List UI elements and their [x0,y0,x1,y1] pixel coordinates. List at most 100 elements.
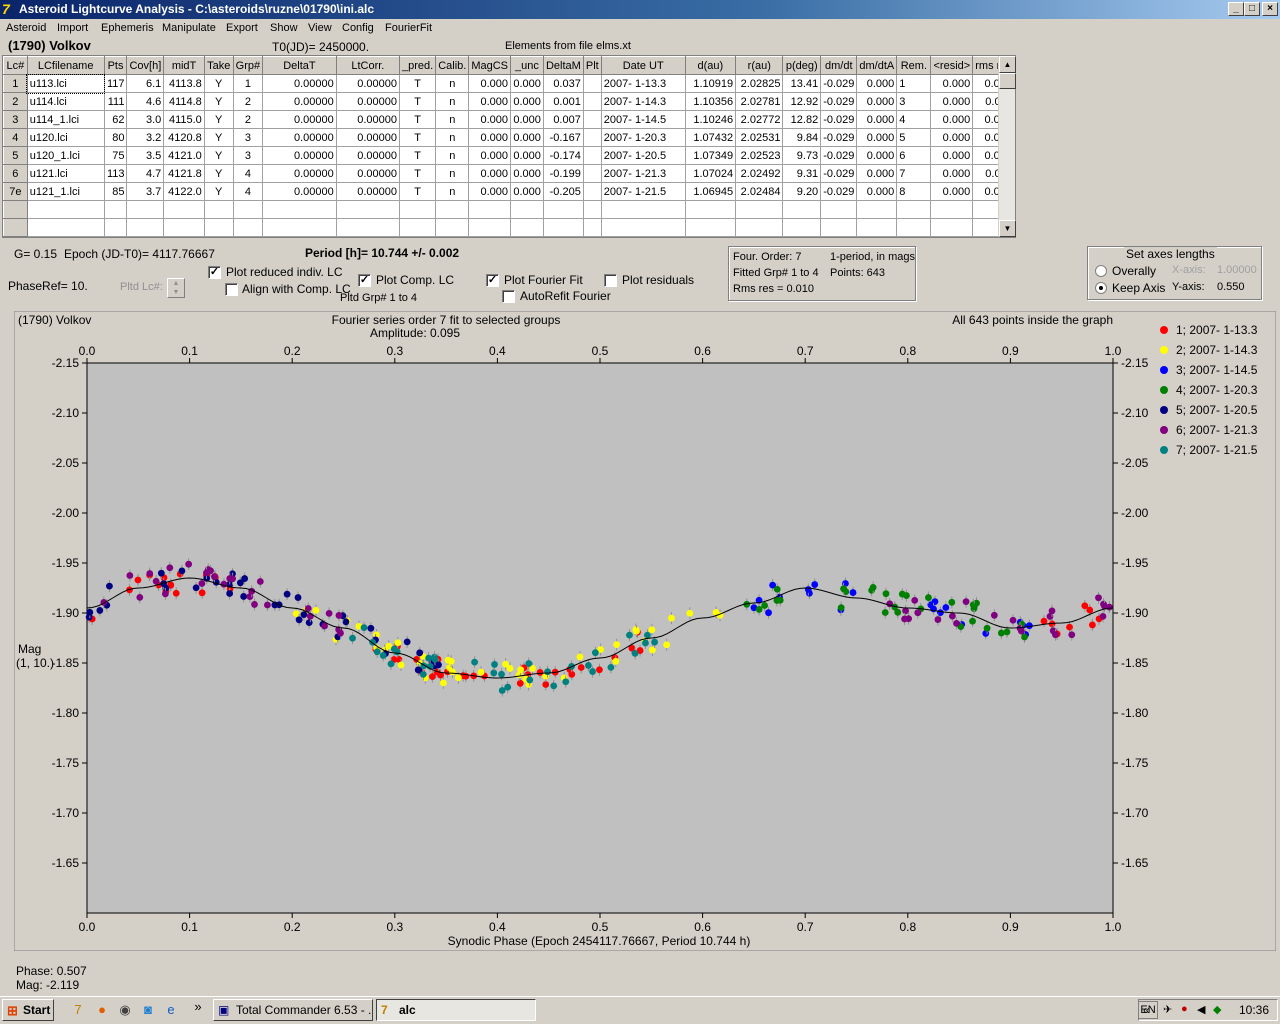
table-cell[interactable] [896,200,932,219]
table-cell[interactable]: 0.00000 [262,74,337,93]
table-cell[interactable]: 0.000 [930,164,974,183]
table-cell[interactable]: u121_1.lci [26,182,105,201]
table-row[interactable]: 3 u114_1.lci 62 3.0 4115.0 Y 2 0.00000 0.00000 Tn… [3,110,1015,129]
table-cell[interactable]: 62 [103,110,128,129]
table-cell[interactable] [435,218,470,237]
column-header[interactable]: _unc [510,56,544,75]
table-cell[interactable] [582,218,602,237]
column-header[interactable]: Calib. [435,56,470,75]
table-cell[interactable] [856,200,898,219]
table-cell[interactable]: 4121.8 [163,164,205,183]
keep-axis-radio[interactable] [1095,282,1107,294]
table-cell[interactable]: 0.000 [468,164,511,183]
task-alc[interactable]: 7 alc [376,999,536,1021]
table-cell[interactable]: 1.10246 [684,110,737,129]
autorefit-checkbox[interactable] [502,290,515,303]
table-cell[interactable]: Y [203,74,234,93]
table-cell[interactable]: 1 [3,74,28,93]
table-cell[interactable]: n [435,74,470,93]
table-cell[interactable]: u121.lci [26,164,105,183]
table-cell[interactable] [820,200,858,219]
table-cell[interactable]: u114_1.lci [26,110,105,129]
table-cell[interactable]: 4 [232,164,264,183]
task-total-commander[interactable]: ▣ Total Commander 6.53 - ... [213,999,373,1021]
table-cell[interactable] [582,92,602,111]
table-cell[interactable]: 4.7 [126,164,165,183]
table-cell[interactable]: 4120.8 [163,128,205,147]
table-cell[interactable]: -0.029 [820,74,858,93]
table-cell[interactable]: 0.007 [542,110,584,129]
close-button[interactable]: × [1262,2,1278,16]
table-cell[interactable]: T [398,110,437,129]
table-cell[interactable] [435,200,470,219]
table-cell[interactable]: 2007- 1-13.3 [600,74,686,93]
table-cell[interactable] [335,218,400,237]
plot-fourier-checkbox[interactable]: ✓ [486,274,499,287]
plot-reduced-checkbox[interactable]: ✓ [208,266,221,279]
column-header[interactable]: Pts [103,56,128,75]
table-row[interactable]: 7e u121_1.lci 85 3.7 4122.0 Y 4 0.00000 0.00000 T… [3,182,1015,201]
volume-icon[interactable]: ◀ [1197,1003,1205,1016]
table-cell[interactable]: 0.000 [468,182,511,201]
table-cell[interactable]: 0.001 [542,92,584,111]
table-cell[interactable]: 7 [896,164,932,183]
table-cell[interactable]: u120.lci [26,128,105,147]
table-cell[interactable]: 0.000 [930,146,974,165]
table-cell[interactable]: 1.07349 [684,146,737,165]
antivirus-icon[interactable]: ● [1181,1003,1188,1015]
table-cell[interactable]: -0.029 [820,110,858,129]
column-header[interactable]: DeltaT [262,56,337,75]
table-cell[interactable]: 4121.0 [163,146,205,165]
column-header[interactable]: Lc# [3,56,28,75]
table-cell[interactable] [510,200,544,219]
table-cell[interactable]: 0.00000 [262,110,337,129]
table-cell[interactable]: 1.07024 [684,164,737,183]
table-cell[interactable]: T [398,146,437,165]
table-cell[interactable]: 4 [896,110,932,129]
menu-manipulate[interactable]: Manipulate [162,22,216,34]
column-header[interactable]: midT [163,56,205,75]
column-header[interactable]: Grp# [232,56,264,75]
table-cell[interactable]: 1.07432 [684,128,737,147]
menu-import[interactable]: Import [57,22,88,34]
table-cell[interactable]: 9.20 [782,182,822,201]
table-cell[interactable]: -0.029 [820,92,858,111]
table-cell[interactable] [26,200,105,219]
menu-config[interactable]: Config [342,22,374,34]
table-cell[interactable]: 1 [232,74,264,93]
table-cell[interactable]: 0.00000 [262,182,337,201]
table-cell[interactable] [930,200,974,219]
table-cell[interactable]: 85 [103,182,128,201]
table-cell[interactable]: 80 [103,128,128,147]
table-cell[interactable] [582,110,602,129]
table-cell[interactable]: -0.029 [820,164,858,183]
table-cell[interactable]: 1 [896,74,932,93]
column-header[interactable]: DeltaM [542,56,584,75]
table-cell[interactable] [582,182,602,201]
table-cell[interactable]: 3 [896,92,932,111]
table-cell[interactable]: 1.10919 [684,74,737,93]
table-cell[interactable] [542,218,584,237]
table-cell[interactable]: 0.000 [930,182,974,201]
table-cell[interactable] [782,218,822,237]
table-cell[interactable]: 0.000 [856,128,898,147]
table-cell[interactable]: 0.037 [542,74,584,93]
table-cell[interactable]: 0.00000 [262,164,337,183]
table-cell[interactable]: 4113.8 [163,74,205,93]
network-icon[interactable]: ✈ [1163,1003,1172,1016]
table-cell[interactable] [262,200,337,219]
table-cell[interactable]: 4114.8 [163,92,205,111]
table-cell[interactable] [3,218,28,237]
table-cell[interactable]: 0.00000 [335,128,400,147]
table-cell[interactable]: 0.000 [468,146,511,165]
quicklaunch-more-icon[interactable]: » [190,999,206,1015]
table-cell[interactable]: 3 [232,128,264,147]
table-cell[interactable] [684,200,737,219]
start-button[interactable]: ⊞ Start [2,999,54,1021]
scroll-up-icon[interactable]: ▲ [999,56,1016,73]
table-cell[interactable] [262,218,337,237]
table-cell[interactable]: 0.000 [510,74,544,93]
table-cell[interactable]: 3.5 [126,146,165,165]
table-cell[interactable]: u120_1.lci [26,146,105,165]
menu-view[interactable]: View [308,22,332,34]
